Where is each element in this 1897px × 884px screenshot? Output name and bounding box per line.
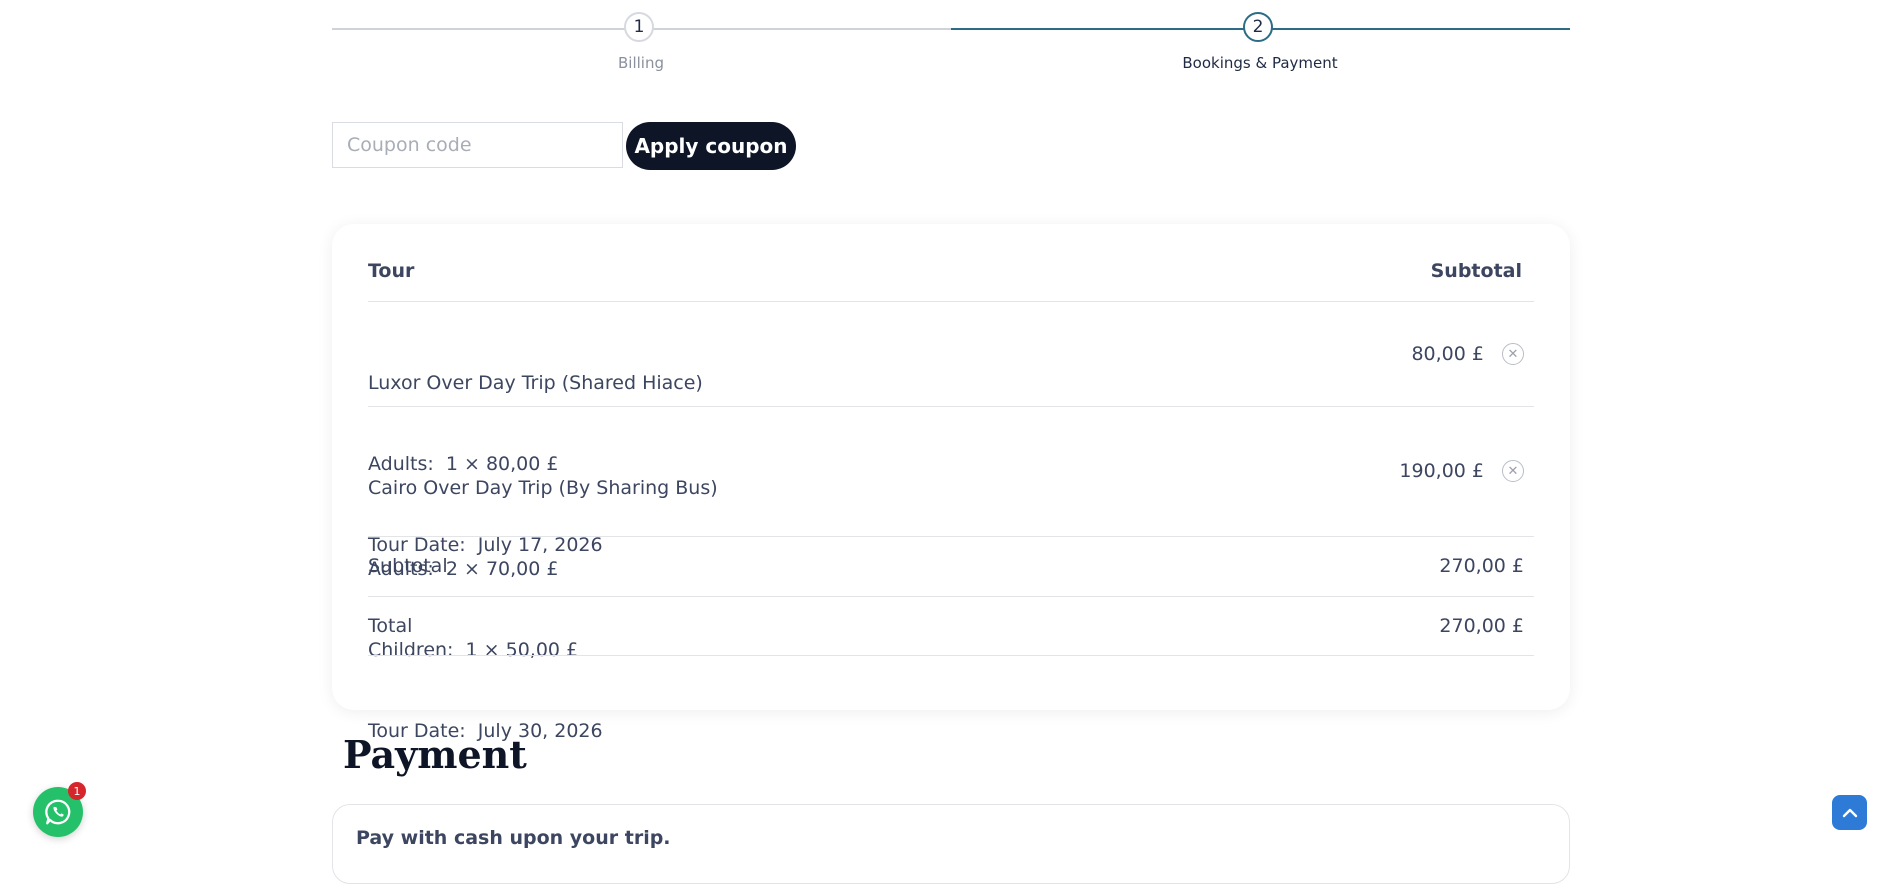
remove-item-icon[interactable]: ✕ — [1502, 343, 1524, 365]
order-item-children: Children: 1 × 50,00 £ — [368, 639, 579, 661]
apply-coupon-button[interactable]: Apply coupon — [626, 122, 796, 170]
coupon-code-input[interactable] — [332, 122, 623, 168]
divider — [368, 596, 1534, 597]
order-item-title: Luxor Over Day Trip (Shared Hiace) — [368, 372, 703, 394]
step-2-label: Bookings & Payment — [1182, 54, 1338, 72]
payment-method-box[interactable]: Pay with cash upon your trip. — [332, 804, 1570, 884]
step-1-label: Billing — [618, 54, 664, 72]
whatsapp-icon — [45, 799, 71, 825]
step-2-circle[interactable]: 2 — [1243, 12, 1273, 42]
remove-item-icon[interactable]: ✕ — [1502, 460, 1524, 482]
scroll-to-top-button[interactable] — [1832, 795, 1867, 830]
step-1-circle[interactable]: 1 — [624, 12, 654, 42]
divider — [368, 406, 1534, 407]
order-item-title: Cairo Over Day Trip (By Sharing Bus) — [368, 477, 718, 499]
checkout-stepper: 1 2 Billing Bookings & Payment — [332, 0, 1570, 80]
order-review-card: Tour Subtotal Luxor Over Day Trip (Share… — [332, 224, 1570, 742]
divider — [368, 655, 1534, 656]
order-item-price: 190,00 £ — [1399, 460, 1484, 482]
payment-heading: Payment — [343, 732, 527, 777]
order-item-price: 80,00 £ — [1411, 343, 1484, 365]
subtotal-label: Subtotal — [368, 555, 448, 577]
subtotal-column-header: Subtotal — [1430, 260, 1522, 282]
notification-badge: 1 — [68, 782, 86, 800]
total-label: Total — [368, 615, 413, 637]
divider — [368, 536, 1534, 537]
total-value: 270,00 £ — [1439, 615, 1524, 637]
tour-column-header: Tour — [368, 260, 415, 282]
subtotal-value: 270,00 £ — [1439, 555, 1524, 577]
divider — [368, 301, 1534, 302]
chevron-up-icon — [1842, 808, 1857, 817]
payment-method-text: Pay with cash upon your trip. — [356, 827, 671, 849]
